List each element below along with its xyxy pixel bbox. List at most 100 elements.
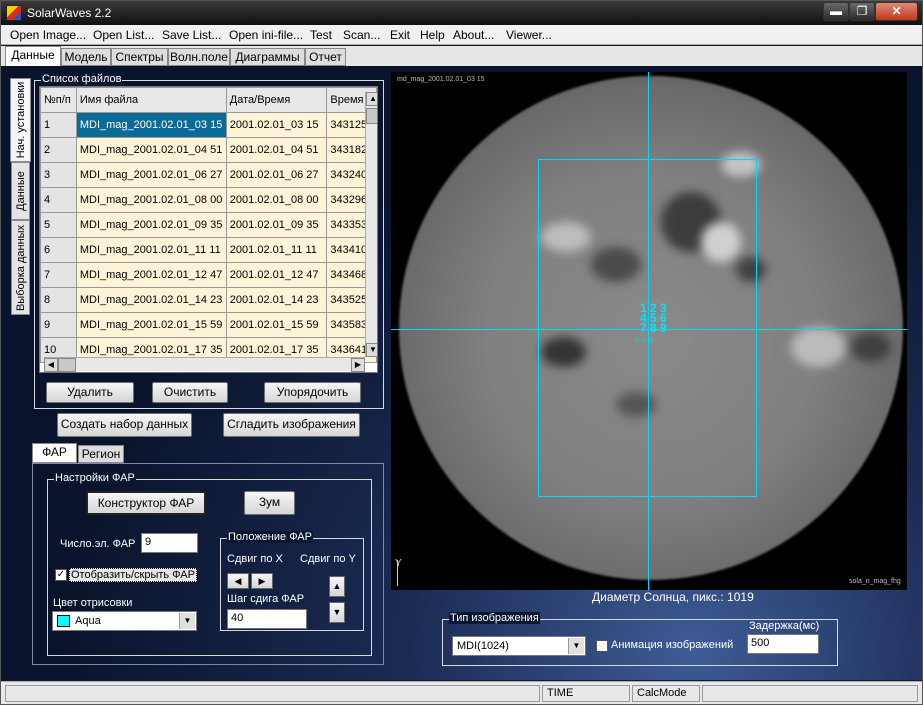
color-label: Цвет отрисовки	[53, 597, 133, 609]
table-row[interactable]: 4 MDI_mag_2001.02.01_08 00 2001.02.01_08 0…	[40, 187, 377, 213]
vtab-data-selection[interactable]: Выборка данных	[11, 220, 30, 315]
table-row[interactable]: 6 MDI_mag_2001.02.01_11 11 2001.02.01_11 1…	[40, 237, 377, 263]
maximize-button[interactable]: ❐	[849, 2, 875, 21]
num-elements-input[interactable]: 9	[141, 533, 198, 553]
horizontal-scrollbar[interactable]: ◀ ▶	[44, 357, 365, 372]
toggle-far-checkbox[interactable]: ✓	[55, 569, 67, 581]
scroll-right-button[interactable]: ▶	[351, 358, 365, 372]
row-number[interactable]: 6	[40, 237, 77, 263]
tab-wave-field[interactable]: Волн.поле	[168, 48, 230, 66]
tab-report[interactable]: Отчет	[305, 48, 346, 66]
toggle-far-label[interactable]: Отобразить/скрыть ФАР	[69, 568, 197, 582]
file-table[interactable]: №п/п Имя файла Дата/Время Время 1 MDI_mag…	[39, 86, 378, 373]
row-number[interactable]: 4	[40, 187, 77, 213]
tab-diagrams[interactable]: Диаграммы	[230, 48, 305, 66]
chevron-down-icon[interactable]: ▼	[179, 613, 195, 629]
row-filename[interactable]: MDI_mag_2001.02.01_15 59	[75, 312, 227, 338]
table-row[interactable]: 8 MDI_mag_2001.02.01_14 23 2001.02.01_14 2…	[40, 287, 377, 313]
table-row[interactable]: 1 MDI_mag_2001.02.01_03 15 2001.02.01_03 1…	[40, 112, 377, 138]
far-constructor-button[interactable]: Конструктор ФАР	[86, 491, 206, 515]
row-number[interactable]: 5	[40, 212, 77, 238]
main-tabs: Данные Модель Спектры Волн.поле Диаграмм…	[1, 46, 922, 66]
table-row[interactable]: 2 MDI_mag_2001.02.01_04 51 2001.02.01_04 5…	[40, 137, 377, 163]
close-button[interactable]: ✕	[875, 2, 918, 21]
menu-about[interactable]: About...	[453, 28, 494, 42]
subtab-region[interactable]: Регион	[78, 445, 124, 463]
solar-image-viewer[interactable]: md_mag_2001.02.01_03 15 sola_n_mag_fhg Y…	[391, 72, 907, 590]
row-filename[interactable]: MDI_mag_2001.02.01_04 51	[75, 137, 227, 163]
row-datetime[interactable]: 2001.02.01_06 27	[225, 162, 328, 188]
row-number[interactable]: 2	[40, 137, 77, 163]
row-number[interactable]: 1	[40, 112, 77, 138]
row-datetime[interactable]: 2001.02.01_03 15	[225, 112, 328, 138]
menu-save-list[interactable]: Save List...	[162, 28, 221, 42]
column-header-filename[interactable]: Имя файла	[75, 87, 227, 113]
far-circles: ○○○	[634, 335, 656, 346]
tab-spectra[interactable]: Спектры	[111, 48, 168, 66]
menu-open-image[interactable]: Open Image...	[10, 28, 86, 42]
clear-button[interactable]: Очистить	[152, 382, 228, 403]
minimize-button[interactable]: ▬	[823, 2, 849, 21]
row-number[interactable]: 8	[40, 287, 77, 313]
menu-scan[interactable]: Scan...	[343, 28, 380, 42]
tab-data[interactable]: Данные	[5, 46, 61, 66]
row-datetime[interactable]: 2001.02.01_15 59	[225, 312, 328, 338]
shift-down-button[interactable]: ▼	[329, 602, 345, 623]
vtab-initial-settings[interactable]: Нач. установки	[10, 78, 31, 162]
row-number[interactable]: 9	[40, 312, 77, 338]
table-row[interactable]: 3 MDI_mag_2001.02.01_06 27 2001.02.01_06 2…	[40, 162, 377, 188]
color-select[interactable]: Aqua ▼	[52, 611, 197, 631]
row-filename[interactable]: MDI_mag_2001.02.01_06 27	[75, 162, 227, 188]
tab-model[interactable]: Модель	[61, 48, 111, 66]
row-datetime[interactable]: 2001.02.01_14 23	[225, 287, 328, 313]
smooth-images-button[interactable]: Сгладить изображения	[223, 413, 360, 437]
subtab-far[interactable]: ФАР	[32, 443, 77, 463]
shift-right-button[interactable]: ▶	[251, 573, 273, 589]
row-datetime[interactable]: 2001.02.01_09 35	[225, 212, 328, 238]
row-filename[interactable]: MDI_mag_2001.02.01_11 11	[75, 237, 227, 263]
num-elements-label: Число.эл. ФАР	[60, 538, 136, 550]
row-filename[interactable]: MDI_mag_2001.02.01_09 35	[75, 212, 227, 238]
scroll-left-button[interactable]: ◀	[44, 358, 58, 372]
delete-button[interactable]: Удалить	[46, 382, 134, 403]
row-filename[interactable]: MDI_mag_2001.02.01_12 47	[75, 262, 227, 288]
menu-viewer[interactable]: Viewer...	[506, 28, 552, 42]
row-filename[interactable]: MDI_mag_2001.02.01_14 23	[75, 287, 227, 313]
row-filename[interactable]: MDI_mag_2001.02.01_03 15	[75, 112, 227, 138]
vtab-data[interactable]: Данные	[11, 162, 30, 220]
animation-checkbox[interactable]	[596, 640, 608, 652]
row-number[interactable]: 3	[40, 162, 77, 188]
menu-open-list[interactable]: Open List...	[93, 28, 154, 42]
shift-up-button[interactable]: ▲	[329, 576, 345, 597]
table-row[interactable]: 7 MDI_mag_2001.02.01_12 47 2001.02.01_12 4…	[40, 262, 377, 288]
menu-open-ini[interactable]: Open ini-file...	[229, 28, 303, 42]
scroll-down-button[interactable]: ▼	[366, 343, 377, 357]
status-panel-main	[5, 685, 540, 702]
chevron-down-icon[interactable]: ▼	[568, 638, 584, 654]
zoom-button[interactable]: Зум	[244, 491, 295, 515]
column-header-datetime[interactable]: Дата/Время	[225, 87, 328, 113]
create-dataset-button[interactable]: Создать набор данных	[57, 413, 192, 437]
image-type-select[interactable]: MDI(1024) ▼	[452, 636, 586, 656]
row-datetime[interactable]: 2001.02.01_04 51	[225, 137, 328, 163]
row-number[interactable]: 7	[40, 262, 77, 288]
menu-test[interactable]: Test	[310, 28, 332, 42]
row-datetime[interactable]: 2001.02.01_12 47	[225, 262, 328, 288]
step-input[interactable]: 40	[227, 609, 307, 629]
column-header-num[interactable]: №п/п	[40, 87, 77, 113]
row-datetime[interactable]: 2001.02.01_11 11	[225, 237, 328, 263]
shift-left-button[interactable]: ◀	[227, 573, 249, 589]
table-row[interactable]: 5 MDI_mag_2001.02.01_09 35 2001.02.01_09 3…	[40, 212, 377, 238]
menu-exit[interactable]: Exit	[390, 28, 410, 42]
scroll-up-button[interactable]: ▲	[366, 92, 377, 106]
sort-button[interactable]: Упорядочить	[264, 382, 361, 403]
delay-input[interactable]: 500	[747, 634, 819, 654]
vertical-scrollbar[interactable]: ▲ ▼	[365, 92, 377, 357]
hscroll-thumb[interactable]	[58, 358, 76, 372]
menu-help[interactable]: Help	[420, 28, 445, 42]
table-row[interactable]: 9 MDI_mag_2001.02.01_15 59 2001.02.01_15 5…	[40, 312, 377, 338]
scroll-thumb[interactable]	[366, 108, 377, 124]
row-filename[interactable]: MDI_mag_2001.02.01_08 00	[75, 187, 227, 213]
row-datetime[interactable]: 2001.02.01_08 00	[225, 187, 328, 213]
far-settings-legend: Настройки ФАР	[54, 472, 136, 484]
